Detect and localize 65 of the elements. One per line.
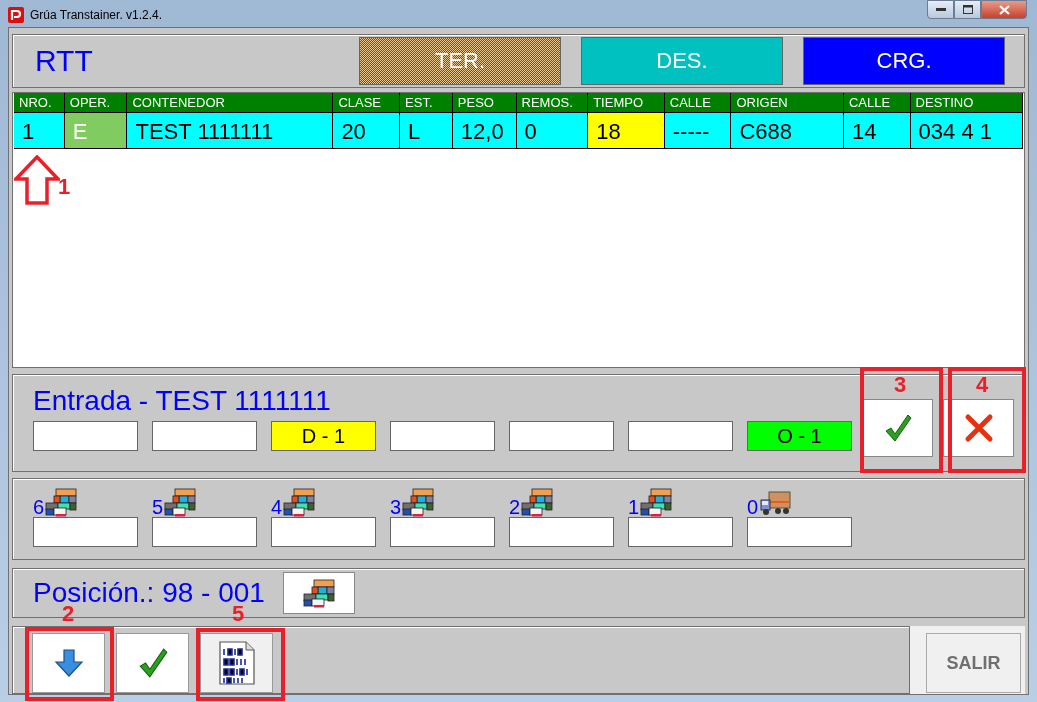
table-cell[interactable]: 14 [843, 112, 911, 149]
column-header: ORIGEN [731, 93, 844, 112]
column-header: CALLE [843, 93, 911, 112]
annotation-number: 1 [58, 176, 71, 198]
table-cell[interactable]: 0 [516, 112, 589, 149]
container-stack-icon [401, 487, 436, 517]
slot-field: D - 1 [271, 421, 376, 451]
down-arrow-icon [53, 648, 84, 678]
column-header: DESTINO [910, 93, 1023, 112]
column-header: REMOS. [516, 93, 589, 112]
annotation-number: 4 [976, 374, 989, 396]
table-cell[interactable]: 12,0 [452, 112, 517, 149]
column-header: PESO [452, 93, 517, 112]
container-stack-icon [163, 487, 198, 517]
tier-number: 4 [271, 497, 283, 517]
mode-button[interactable]: CRG. [803, 37, 1005, 85]
column-header: EST. [400, 93, 453, 112]
column-header: CLASE [333, 93, 401, 112]
column-header: CALLE [664, 93, 732, 112]
column-header: TIEMPO [588, 93, 665, 112]
container-stack-icon [282, 487, 317, 517]
document-button[interactable] [200, 633, 273, 693]
slot-field: O - 1 [747, 421, 852, 451]
table-cell[interactable]: L [400, 112, 453, 149]
container-stack-icon [301, 578, 336, 608]
table-cell[interactable]: ----- [664, 112, 732, 149]
close-button[interactable] [981, 0, 1027, 19]
app-icon [8, 7, 24, 23]
table-cell[interactable]: TEST 1111111 [127, 112, 334, 149]
exit-button[interactable]: SALIR [926, 633, 1021, 693]
table-cell[interactable]: C688 [731, 112, 844, 149]
window-title: Grúa Transtainer. v1.2.4. [30, 8, 163, 22]
tier-number: 2 [509, 497, 521, 517]
column-header: CONTENEDOR [127, 93, 334, 112]
stack-button[interactable] [282, 572, 355, 614]
cancel-button[interactable] [943, 399, 1014, 457]
annotation-number: 5 [232, 603, 245, 625]
maximize-icon [962, 5, 973, 14]
table-cell[interactable]: 1 [14, 112, 65, 149]
close-icon [998, 4, 1010, 15]
table-cell[interactable]: 20 [333, 112, 401, 149]
table-cell[interactable]: 034 4 1 [910, 112, 1023, 149]
maximize-button[interactable] [954, 0, 981, 19]
tier-number: 0 [747, 497, 759, 517]
column-header: NRO. [14, 93, 65, 112]
down-button[interactable] [32, 633, 105, 693]
accept-button[interactable] [116, 633, 189, 693]
minimize-button[interactable] [927, 0, 954, 19]
tier-number: 6 [33, 497, 45, 517]
entry-title: Entrada - TEST 1111111 [33, 385, 332, 417]
up-arrow-annotation [14, 155, 60, 205]
table-cell[interactable]: 18 [588, 112, 665, 149]
container-stack-icon [520, 487, 555, 517]
tier-number: 3 [390, 497, 402, 517]
binary-document-icon [217, 640, 256, 686]
confirm-button[interactable] [862, 399, 933, 457]
minimize-icon [935, 7, 946, 12]
annotation-number: 2 [62, 603, 75, 625]
annotation-number: 3 [894, 374, 907, 396]
column-header: OPER. [64, 93, 128, 112]
container-stack-icon [639, 487, 674, 517]
tier-number: 1 [628, 497, 640, 517]
container-stack-icon [44, 487, 79, 517]
screen-title: RTT [35, 44, 93, 78]
tier-number: 5 [152, 497, 164, 517]
